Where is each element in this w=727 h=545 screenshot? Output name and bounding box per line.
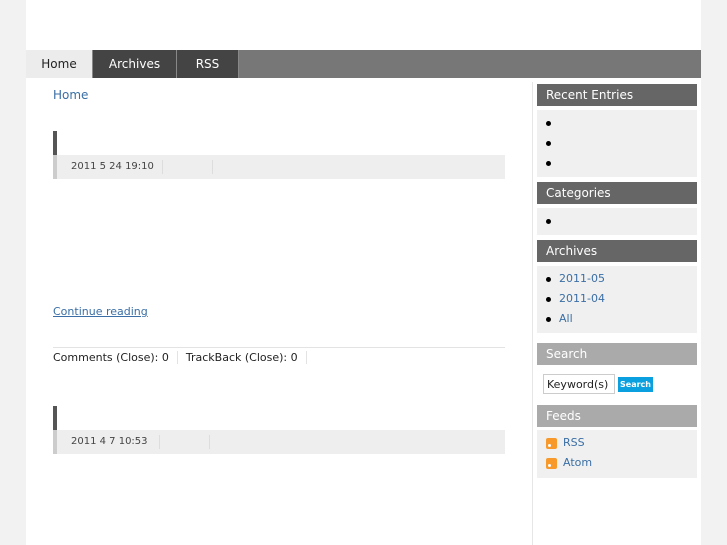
breadcrumb-home[interactable]: Home [53,88,88,102]
meta-separator [162,160,163,174]
recent-entries-heading: Recent Entries [537,84,697,106]
entry-date: 2011 5 24 19:10 [71,161,154,172]
divider [53,347,505,348]
search-input[interactable]: Keyword(s) [543,374,615,394]
archives-box: 2011-05 2011-04 All [537,266,697,333]
page: Home Archives RSS Home 2011 5 24 19:10 C… [26,0,701,545]
archives-heading: Archives [537,240,697,262]
nav-home[interactable]: Home [26,50,93,78]
archive-link-all[interactable]: All [546,312,573,325]
archive-link-2011-05[interactable]: 2011-05 [546,272,605,285]
search-box: Keyword(s) Search [537,368,697,400]
meta-separator [159,435,160,449]
recent-entries-box [537,110,697,177]
column-divider [532,82,533,545]
trackback-count[interactable]: TrackBack (Close): 0 [186,351,307,364]
meta-separator [212,160,213,174]
entry-date: 2011 4 7 10:53 [71,436,148,447]
search-heading: Search [537,343,697,365]
rss-feed-icon [546,437,557,449]
feed-link-atom[interactable]: Atom [546,456,592,469]
archive-link-2011-04[interactable]: 2011-04 [546,292,605,305]
comments-count[interactable]: Comments (Close): 0 [53,351,178,364]
continue-reading-link[interactable]: Continue reading [53,305,148,318]
categories-box [537,208,697,235]
nav-bar: Home Archives RSS [26,50,701,78]
entry-feedback: Comments (Close): 0 TrackBack (Close): 0 [53,351,315,364]
entry-title-marker [53,131,57,155]
list-item [546,214,559,227]
nav-archives[interactable]: Archives [93,50,177,78]
categories-heading: Categories [537,182,697,204]
entry-meta: 2011 5 24 19:10 [53,155,505,179]
rss-feed-icon [546,457,557,469]
search-button[interactable]: Search [618,377,653,392]
entry-title-marker [53,406,57,430]
feed-link-rss[interactable]: RSS [546,436,585,449]
meta-separator [209,435,210,449]
entry-meta: 2011 4 7 10:53 [53,430,505,454]
list-item [546,136,559,149]
list-item [546,156,559,169]
feeds-heading: Feeds [537,405,697,427]
nav-rss[interactable]: RSS [177,50,239,78]
feeds-box: RSS Atom [537,430,697,478]
list-item [546,116,559,129]
